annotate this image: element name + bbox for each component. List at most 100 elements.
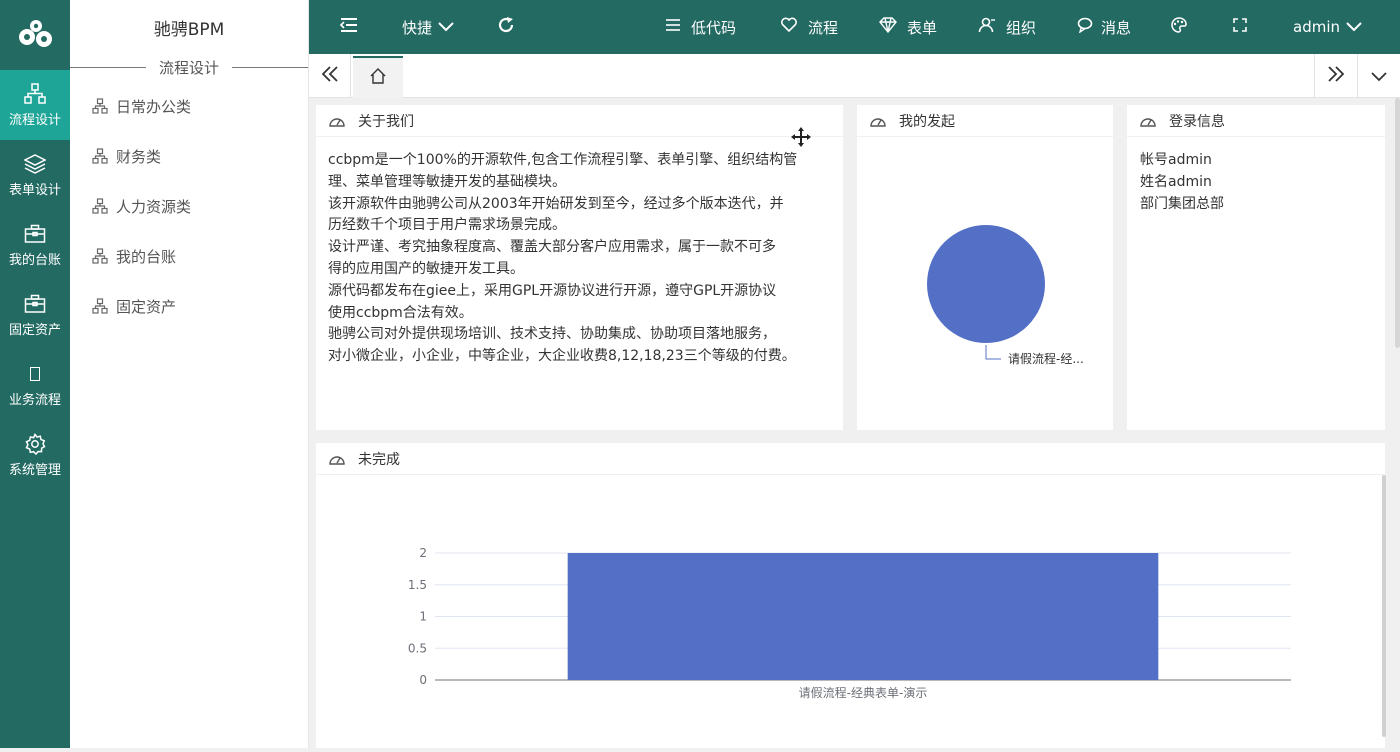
about-line: 理、菜单管理等敏捷开发的基础模块。 xyxy=(328,173,566,190)
shortcut-label: 快捷 xyxy=(402,18,433,37)
tree-node-icon xyxy=(92,97,110,115)
theme-button[interactable] xyxy=(1170,0,1188,54)
login-card-title: 登录信息 xyxy=(1169,113,1225,130)
tree-node-icon xyxy=(92,197,110,215)
home-tab[interactable] xyxy=(353,56,403,98)
sub-nav: 驰骋BPM 流程设计 日常办公类财务类人力资源类我的台账固定资产 xyxy=(70,0,309,748)
pie-chart[interactable]: 请假流程-经... xyxy=(857,137,1113,430)
menu-toggle-icon xyxy=(339,17,359,37)
leftnav-label: 表单设计 xyxy=(8,183,61,198)
message-label: 消息 xyxy=(1101,18,1132,37)
leftnav-item-4[interactable]: 业务流程 xyxy=(0,350,70,420)
about-line: 设计严谨、考究抽象程度高、覆盖大部分客户应用需求，属于一款不可多 xyxy=(328,239,776,256)
tabs-dropdown-button[interactable] xyxy=(1357,54,1399,98)
tabs-scroll-left-button[interactable] xyxy=(309,54,351,98)
about-text: ccbpm是一个100%的开源软件,包含工作流程引擎、表单引擎、组织结构管 理、菜… xyxy=(316,137,843,381)
refresh-icon xyxy=(497,16,515,38)
shortcut-menu[interactable]: 快捷 xyxy=(402,0,454,54)
leftnav-item-0[interactable]: 流程设计 xyxy=(0,70,70,140)
menu-toggle-button[interactable] xyxy=(339,0,359,54)
tabs-scroll-right-button[interactable] xyxy=(1314,54,1356,98)
subnav-item-label: 人力资源类 xyxy=(116,197,192,216)
tree-node-icon xyxy=(92,247,110,265)
leftnav-label: 流程设计 xyxy=(8,113,61,128)
bar-chart[interactable]: 0 0.5 1 1.5 2 请假流程-经典表单-演示 xyxy=(316,475,1385,748)
about-line: 驰骋公司对外提供现场培训、技术支持、协助集成、协助项目落地服务， xyxy=(328,326,776,343)
subnav-item-0[interactable]: 日常办公类 xyxy=(70,81,308,131)
unfinished-card-title: 未完成 xyxy=(358,451,400,468)
user-group-icon xyxy=(978,17,996,37)
flow-menu[interactable]: 流程 xyxy=(780,0,838,54)
gauge-icon xyxy=(328,451,346,467)
leftnav-item-1[interactable]: 表单设计 xyxy=(0,140,70,210)
pie-slice[interactable] xyxy=(927,225,1045,343)
leftnav-item-5[interactable]: 系统管理 xyxy=(0,420,70,490)
about-line: ccbpm是一个100%的开源软件,包含工作流程引擎、表单引擎、组织结构管 xyxy=(328,152,798,168)
login-card: 登录信息 帐号admin 姓名admin 部门集团总部 xyxy=(1127,105,1385,430)
user-name: admin xyxy=(1293,18,1340,36)
tab-bar xyxy=(309,54,1400,98)
top-bar: 快捷 低代码 流程 表单 组织 消息 admin xyxy=(309,0,1400,54)
login-info: 帐号admin 姓名admin 部门集团总部 xyxy=(1127,137,1385,228)
palette-icon xyxy=(1170,17,1188,37)
subnav-item-label: 固定资产 xyxy=(116,297,177,316)
y-tick-label: 0.5 xyxy=(408,641,427,655)
started-card-header: 我的发起 xyxy=(857,105,1113,137)
form-label: 表单 xyxy=(907,18,938,37)
fullscreen-button[interactable] xyxy=(1233,0,1247,54)
unfinished-card: 未完成 0 0.5 1 1.5 2 请假流程-经典表单-演示 xyxy=(316,443,1385,748)
subnav-item-2[interactable]: 人力资源类 xyxy=(70,181,308,231)
leftnav-label: 我的台账 xyxy=(8,253,61,268)
org-menu[interactable]: 组织 xyxy=(978,0,1036,54)
about-card-title: 关于我们 xyxy=(358,113,414,130)
subnav-item-label: 财务类 xyxy=(116,147,162,166)
home-icon xyxy=(369,67,387,89)
blank-icon xyxy=(29,362,41,386)
y-tick-label: 1.5 xyxy=(408,578,427,592)
tree-node-icon xyxy=(92,147,110,165)
flow-label: 流程 xyxy=(808,18,839,37)
gauge-icon xyxy=(328,113,346,129)
logo-gears-icon[interactable] xyxy=(0,0,70,70)
unfinished-card-header: 未完成 xyxy=(316,443,1385,475)
subnav-item-label: 日常办公类 xyxy=(116,97,192,116)
login-card-header: 登录信息 xyxy=(1127,105,1385,137)
about-line: 使用ccbpm合法有效。 xyxy=(328,304,473,321)
subnav-item-3[interactable]: 我的台账 xyxy=(70,231,308,281)
leftnav-label: 固定资产 xyxy=(8,323,61,338)
form-menu[interactable]: 表单 xyxy=(879,0,937,54)
bar[interactable] xyxy=(567,553,1159,680)
refresh-button[interactable] xyxy=(497,0,515,54)
subnav-item-1[interactable]: 财务类 xyxy=(70,131,308,181)
pie-label-line xyxy=(985,345,1001,360)
list-icon xyxy=(665,18,681,36)
flow-design-icon xyxy=(24,82,46,106)
about-line: 历经数千个项目于用户需求场景完成。 xyxy=(328,217,566,234)
message-menu[interactable]: 消息 xyxy=(1077,0,1131,54)
move-cursor-icon xyxy=(791,127,811,151)
about-line: 对小微企业，小企业，中等企业，大企业收费8,12,18,23三个等级的付费。 xyxy=(328,348,796,365)
user-menu[interactable]: admin xyxy=(1293,0,1362,54)
layers-icon xyxy=(24,152,46,176)
leftnav-item-2[interactable]: 我的台账 xyxy=(0,210,70,280)
briefcase-icon xyxy=(24,222,46,246)
chevron-down-icon xyxy=(438,18,454,36)
lowcode-label: 低代码 xyxy=(691,18,737,37)
subnav-section-title: 流程设计 xyxy=(70,55,308,79)
content-scrollbar[interactable] xyxy=(1382,475,1386,737)
started-card: 我的发起 请假流程-经... xyxy=(857,105,1113,430)
about-card-header: 关于我们 xyxy=(316,105,843,137)
chevron-down-icon xyxy=(1370,67,1387,86)
chevron-down-icon xyxy=(1346,18,1362,36)
subnav-item-4[interactable]: 固定资产 xyxy=(70,281,308,331)
heart-icon xyxy=(780,17,798,37)
app-title: 驰骋BPM xyxy=(153,19,225,40)
login-account: 帐号admin xyxy=(1140,152,1212,168)
subnav-item-label: 我的台账 xyxy=(116,247,177,266)
about-line: 源代码都发布在giee上，采用GPL开源协议进行开源，遵守GPL开源协议 xyxy=(328,282,777,299)
lowcode-menu[interactable]: 低代码 xyxy=(665,0,736,54)
page-scrollbar[interactable] xyxy=(1395,98,1400,348)
leftnav-item-3[interactable]: 固定资产 xyxy=(0,280,70,350)
gauge-icon xyxy=(1139,113,1157,129)
leftnav-label: 系统管理 xyxy=(8,463,61,478)
